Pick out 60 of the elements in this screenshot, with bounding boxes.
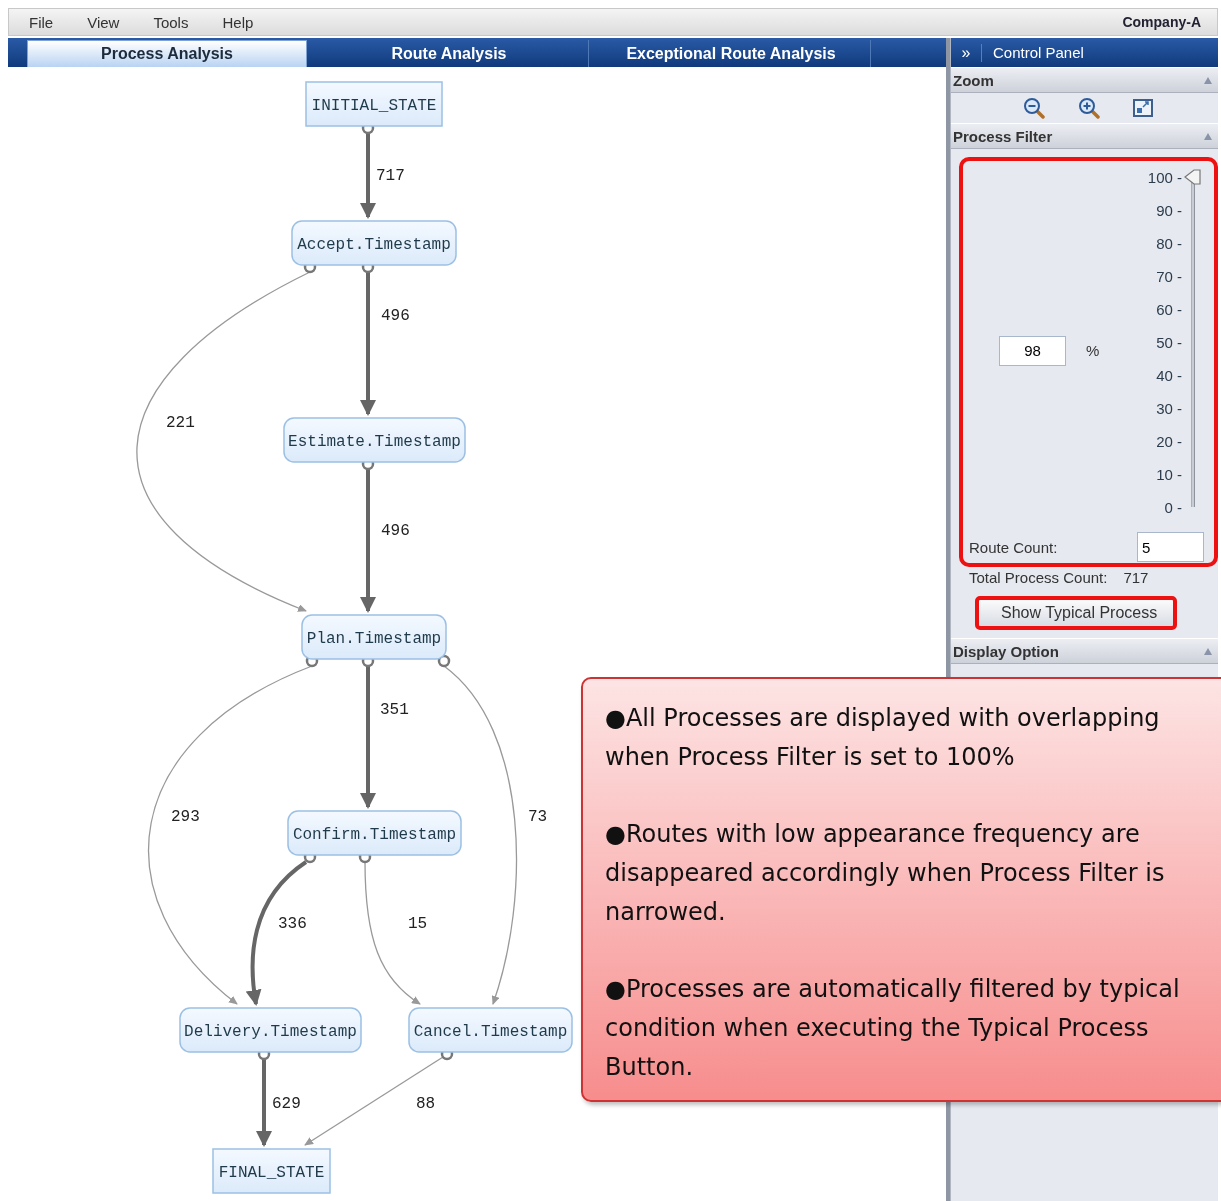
route-count-label: Route Count: bbox=[969, 538, 1058, 556]
process-node[interactable]: Accept.Timestamp bbox=[291, 220, 457, 266]
menu-item[interactable]: Tools bbox=[153, 13, 189, 31]
note-paragraph: ●All Processes are displayed with overlapping when Process Filter is set to 100% bbox=[605, 703, 1161, 773]
process-node[interactable]: Confirm.Timestamp bbox=[287, 810, 462, 856]
tab[interactable]: Exceptional Route Analysis bbox=[592, 40, 871, 67]
menu-item[interactable]: Help bbox=[222, 13, 254, 31]
section-header[interactable]: Display Option bbox=[951, 638, 1218, 664]
collapse-toggle[interactable]: » bbox=[951, 43, 982, 62]
tick-label: 100 - bbox=[1147, 169, 1182, 188]
slider-thumb[interactable] bbox=[1184, 169, 1202, 185]
tick-label: 20 - bbox=[1156, 433, 1182, 452]
fit-screen-icon[interactable] bbox=[1132, 99, 1153, 117]
edge-count: 15 bbox=[408, 915, 428, 933]
edge-count: 496 bbox=[381, 522, 410, 540]
tick-label: 60 - bbox=[1156, 301, 1182, 320]
process-node[interactable]: Estimate.Timestamp bbox=[283, 417, 466, 463]
process-node[interactable]: Plan.Timestamp bbox=[301, 614, 447, 660]
tick-label: 80 - bbox=[1156, 235, 1182, 254]
total-count-value: 717 bbox=[1123, 569, 1149, 586]
tab[interactable]: Process Analysis bbox=[27, 40, 307, 67]
route-count-field[interactable]: 5 bbox=[1137, 532, 1204, 562]
tick-label: 90 - bbox=[1156, 202, 1182, 221]
edge-count: 629 bbox=[272, 1095, 301, 1113]
menu-item[interactable]: View bbox=[87, 13, 120, 31]
collapse-icon bbox=[1204, 132, 1212, 140]
edge-count: 88 bbox=[416, 1095, 436, 1113]
process-node[interactable]: FINAL_STATE bbox=[212, 1148, 331, 1194]
section-header[interactable]: Process Filter bbox=[951, 123, 1218, 149]
tick-label: 0 - bbox=[1164, 499, 1182, 518]
edge-count: 496 bbox=[381, 307, 410, 325]
company-name: Company-A bbox=[1122, 14, 1201, 30]
zoom-out-icon[interactable] bbox=[1022, 97, 1045, 119]
show-typical-process-button[interactable]: Show Typical Process bbox=[975, 596, 1178, 630]
edge-count: 293 bbox=[171, 808, 200, 826]
note-paragraph: ●Processes are automatically filtered by typical condition when executing the Typical Process Button. bbox=[605, 974, 1181, 1083]
tick-label: 40 - bbox=[1156, 367, 1182, 386]
edge-count: 351 bbox=[380, 701, 409, 719]
tab[interactable]: Route Analysis bbox=[310, 40, 589, 67]
menu-item[interactable]: File bbox=[29, 13, 54, 31]
tick-label: 10 - bbox=[1156, 466, 1182, 485]
edge-count: 336 bbox=[278, 915, 307, 933]
tick-label: 30 - bbox=[1156, 400, 1182, 419]
edge-count: 73 bbox=[528, 808, 548, 826]
zoom-in-icon[interactable] bbox=[1077, 97, 1100, 119]
percent-field[interactable]: 98 bbox=[999, 335, 1066, 366]
edge-count: 221 bbox=[166, 414, 195, 432]
panel-title: Control Panel bbox=[992, 44, 1084, 61]
section-header[interactable]: Zoom bbox=[951, 67, 1218, 93]
collapse-icon bbox=[1204, 647, 1212, 655]
process-node[interactable]: Delivery.Timestamp bbox=[179, 1007, 362, 1053]
total-count-label: Total Process Count: bbox=[969, 569, 1108, 586]
note-paragraph: ●Routes with low appearance frequency are disappeared accordingly when Process Filter is narrowed. bbox=[605, 819, 1166, 928]
edge-count: 717 bbox=[376, 167, 405, 185]
process-node[interactable]: INITIAL_STATE bbox=[305, 81, 443, 127]
tick-label: 50 - bbox=[1156, 334, 1182, 353]
collapse-icon bbox=[1204, 76, 1212, 84]
tick-label: 70 - bbox=[1156, 268, 1182, 287]
process-node[interactable]: Cancel.Timestamp bbox=[408, 1007, 573, 1053]
percent-unit: % bbox=[1086, 342, 1100, 359]
